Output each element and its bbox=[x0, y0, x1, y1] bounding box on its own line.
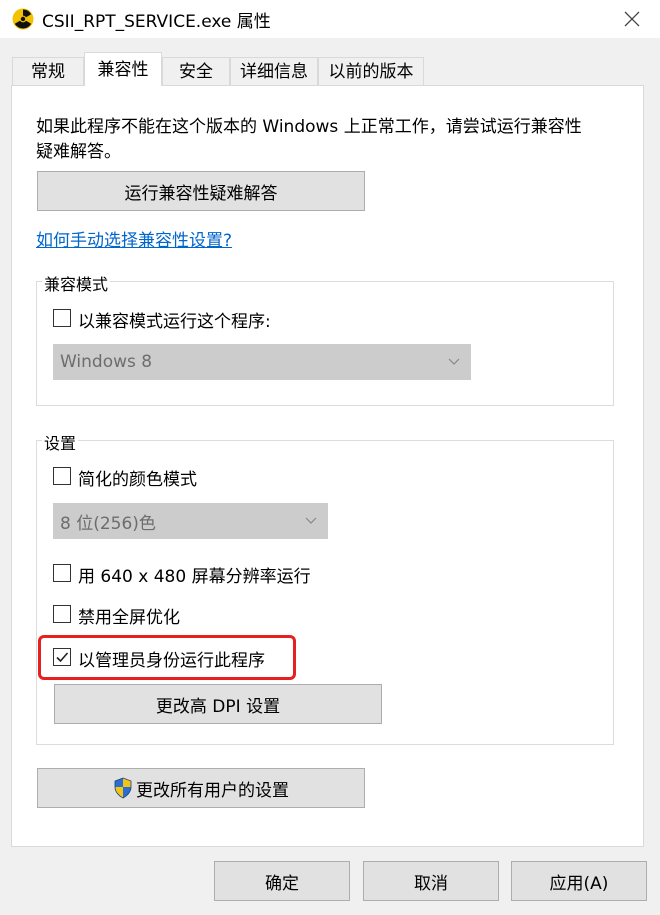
window-title: CSII_RPT_SERVICE.exe 属性 bbox=[42, 12, 271, 32]
color-depth-select: 8 位(256)色 bbox=[53, 503, 328, 539]
settings-legend: 设置 bbox=[42, 430, 79, 454]
intro-text-line1: 如果此程序不能在这个版本的 Windows 上正常工作，请尝试运行兼容性 bbox=[36, 117, 582, 137]
compat-os-select: Windows 8 bbox=[53, 344, 471, 380]
cancel-button[interactable]: 取消 bbox=[363, 861, 499, 901]
close-icon bbox=[624, 11, 640, 27]
radiation-icon bbox=[12, 8, 34, 30]
change-all-users-button[interactable]: 更改所有用户的设置 bbox=[37, 768, 365, 808]
chevron-down-icon bbox=[448, 358, 460, 365]
highlight-box bbox=[38, 635, 296, 680]
shield-icon bbox=[114, 777, 132, 799]
tab-general[interactable]: 常规 bbox=[12, 57, 84, 85]
res-640-label: 用 640 x 480 屏幕分辨率运行 bbox=[78, 567, 311, 587]
chevron-down-icon bbox=[305, 517, 317, 524]
color-depth-select-value: 8 位(256)色 bbox=[60, 513, 156, 534]
reduced-color-label: 简化的颜色模式 bbox=[78, 470, 197, 490]
compat-os-select-value: Windows 8 bbox=[60, 352, 153, 372]
disable-fullscreen-opt-checkbox[interactable] bbox=[53, 605, 71, 623]
tab-previous-versions[interactable]: 以前的版本 bbox=[318, 57, 424, 85]
change-dpi-button[interactable]: 更改高 DPI 设置 bbox=[54, 684, 382, 724]
reduced-color-checkbox[interactable] bbox=[53, 467, 71, 485]
res-640-checkbox[interactable] bbox=[53, 564, 71, 582]
run-troubleshooter-button[interactable]: 运行兼容性疑难解答 bbox=[37, 171, 365, 211]
tab-compatibility[interactable]: 兼容性 bbox=[84, 52, 162, 86]
ok-button[interactable]: 确定 bbox=[214, 861, 350, 901]
tab-details[interactable]: 详细信息 bbox=[230, 57, 318, 85]
compat-mode-legend: 兼容模式 bbox=[42, 271, 111, 295]
compat-mode-checkbox[interactable] bbox=[53, 309, 71, 327]
apply-button[interactable]: 应用(A) bbox=[511, 861, 647, 901]
compat-mode-label: 以兼容模式运行这个程序: bbox=[78, 312, 271, 332]
disable-fullscreen-opt-label: 禁用全屏优化 bbox=[78, 608, 180, 628]
change-all-users-label: 更改所有用户的设置 bbox=[136, 780, 289, 801]
intro-text-line2: 疑难解答。 bbox=[36, 142, 121, 162]
close-button[interactable] bbox=[616, 4, 648, 34]
tab-security[interactable]: 安全 bbox=[162, 57, 230, 85]
manual-compat-settings-link[interactable]: 如何手动选择兼容性设置? bbox=[36, 226, 232, 251]
